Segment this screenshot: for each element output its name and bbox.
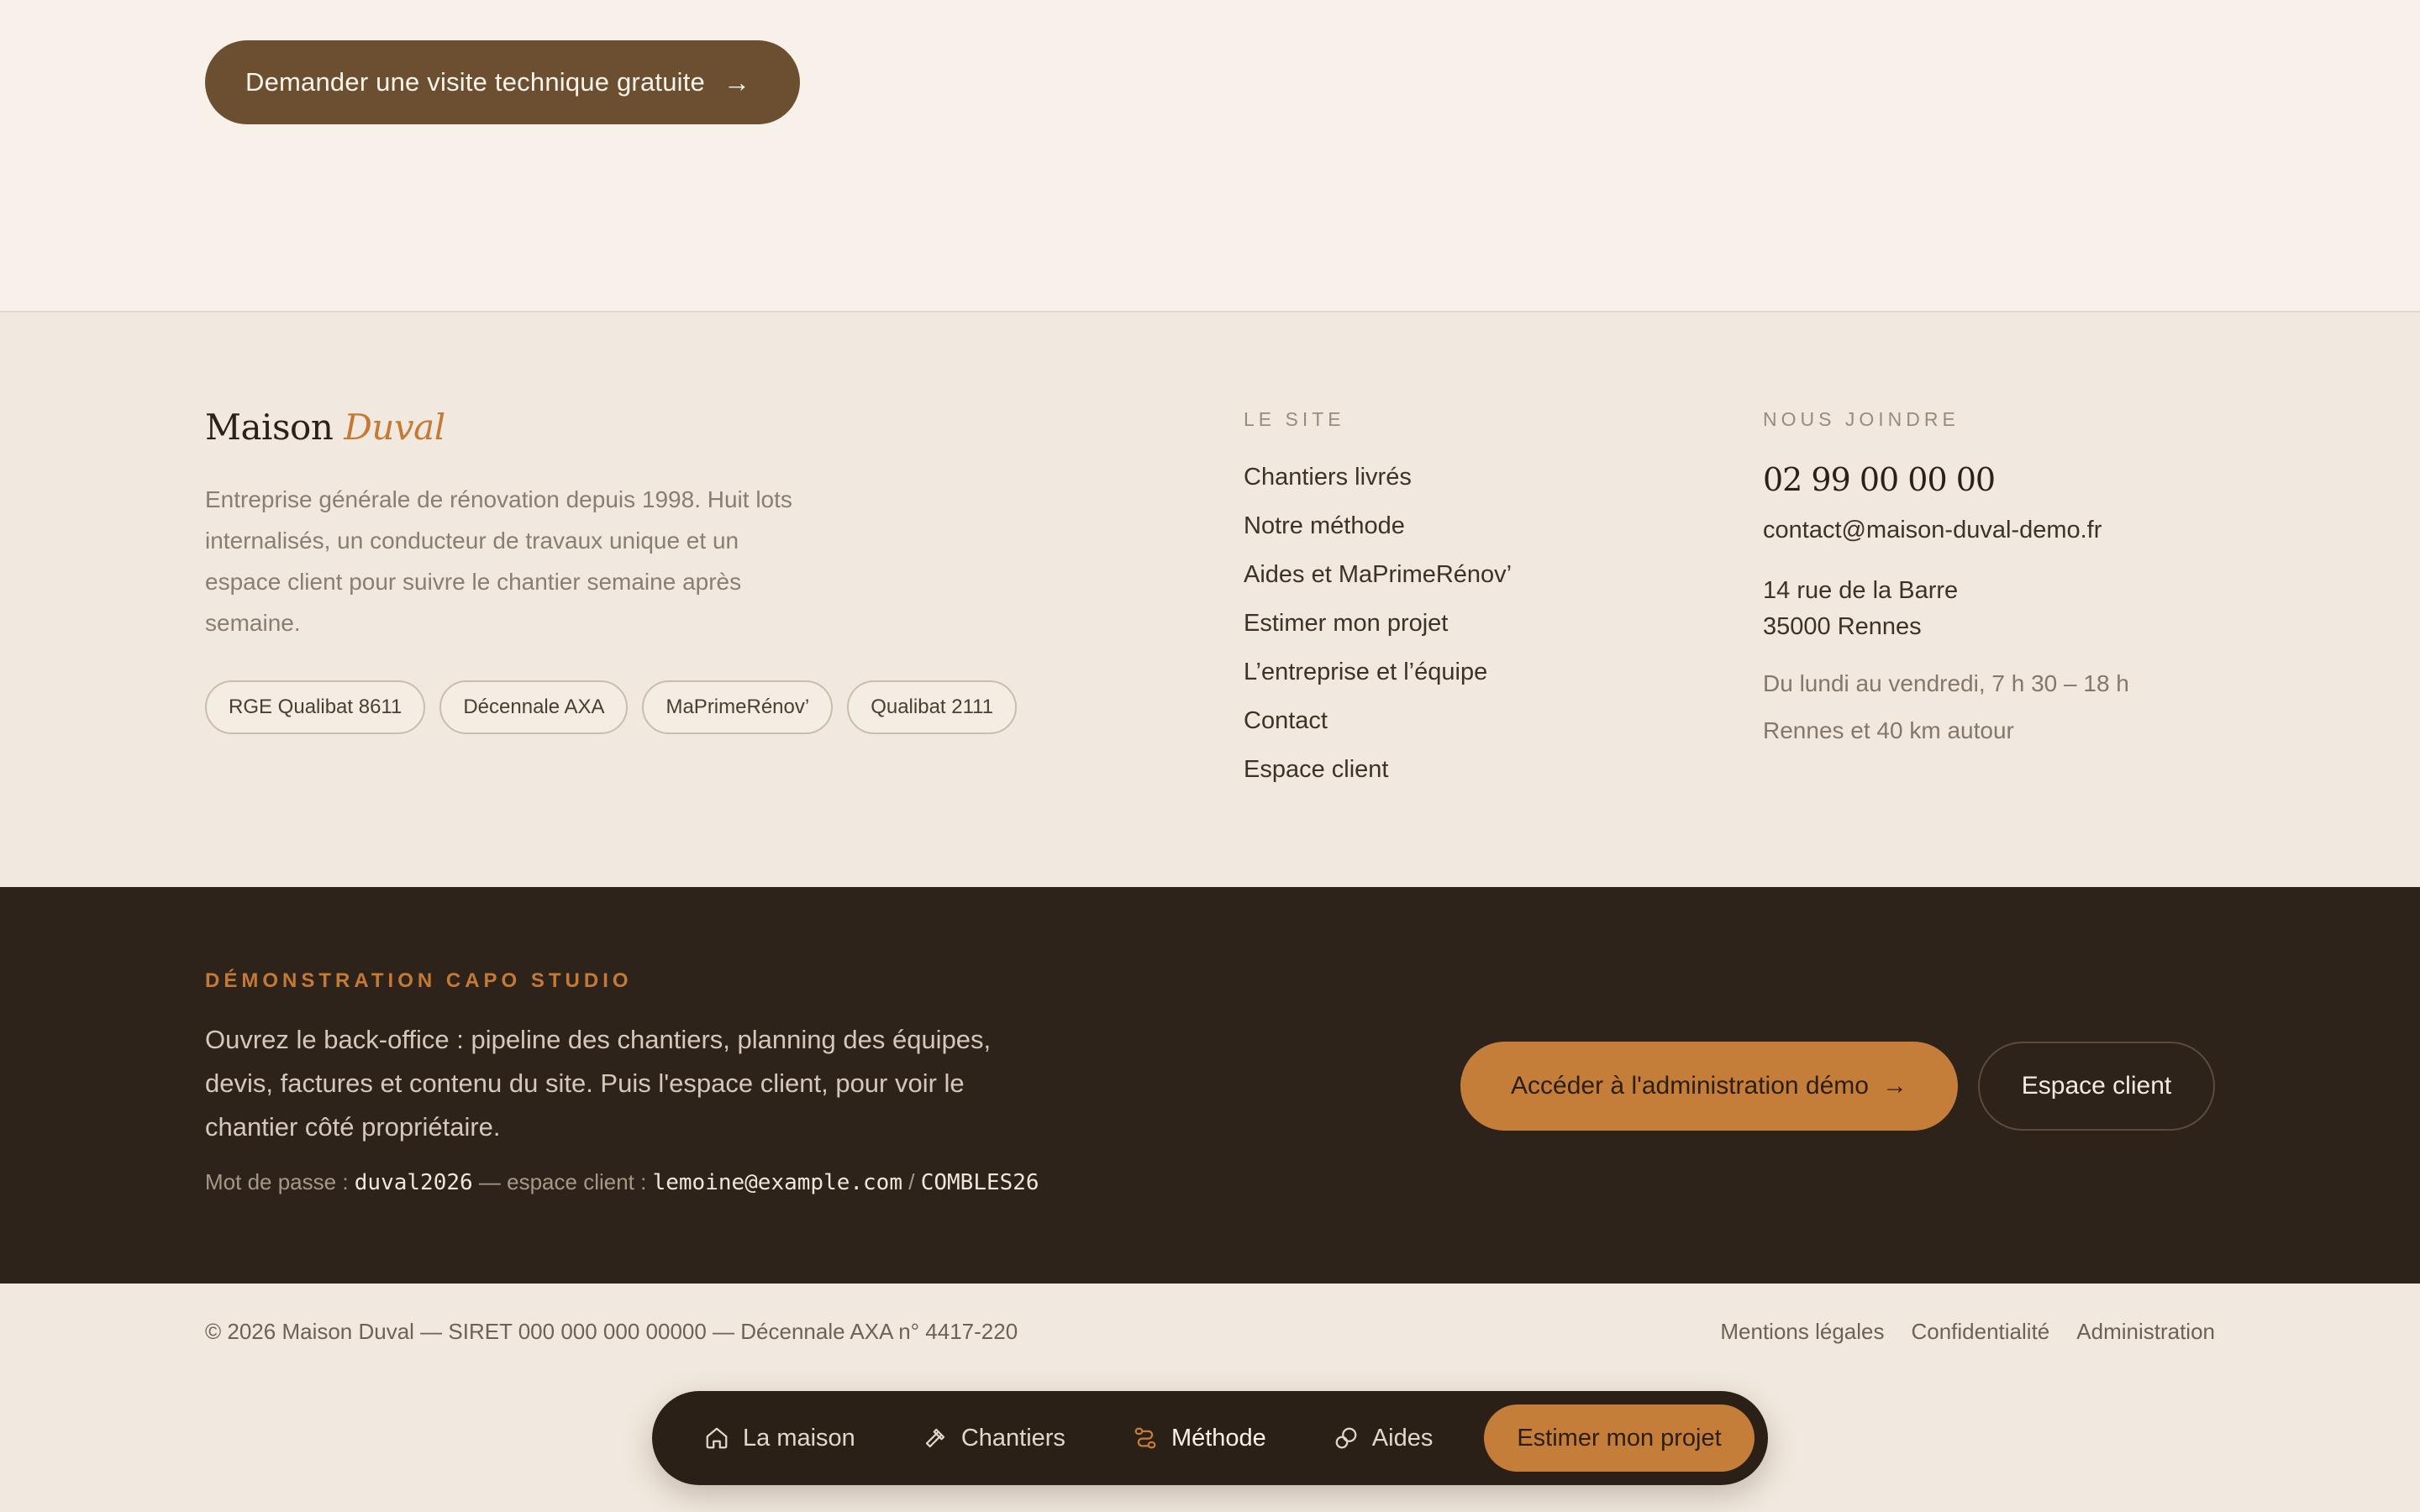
site-links-title: LE SITE bbox=[1244, 408, 1345, 430]
legal-links: Mentions légales Confidentialité Adminis… bbox=[1720, 1319, 2215, 1345]
request-visit-label: Demander une visite technique gratuite bbox=[245, 67, 705, 97]
address-line-1: 14 rue de la Barre bbox=[1763, 577, 1959, 604]
brand-description: Entreprise générale de rénovation depuis… bbox=[205, 486, 792, 636]
contact-address: 14 rue de la Barre 35000 Rennes bbox=[1763, 573, 2129, 645]
password-value: duval2026 bbox=[354, 1170, 473, 1195]
dock-item-methode[interactable]: Méthode bbox=[1133, 1425, 1266, 1452]
password-label: Mot de passe : bbox=[205, 1169, 349, 1194]
brand-name-accent: Duval bbox=[344, 407, 445, 448]
dock-item-chantiers[interactable]: Chantiers bbox=[923, 1425, 1065, 1452]
bottom-dock-nav: La maison Chantiers Méthode Aides Estime… bbox=[652, 1391, 1768, 1485]
route-icon bbox=[1134, 1427, 1156, 1449]
client-email-value: lemoine@example.com bbox=[652, 1170, 902, 1195]
dock-label-chantiers: Chantiers bbox=[960, 1424, 1065, 1452]
admin-demo-button[interactable]: Accéder à l'administration démo → bbox=[1460, 1042, 1958, 1131]
badge-rge: RGE Qualibat 8611 bbox=[205, 680, 426, 734]
contact-column: NOUS JOINDRE 02 99 00 00 00 contact@mais… bbox=[1763, 408, 2129, 744]
link-confidentialite[interactable]: Confidentialité bbox=[1911, 1319, 2049, 1345]
badge-qualibat: Qualibat 2111 bbox=[847, 680, 1018, 734]
admin-demo-label: Accéder à l'administration démo bbox=[1511, 1072, 1869, 1100]
dock-estimate-button[interactable]: Estimer mon projet bbox=[1484, 1404, 1754, 1472]
brand-name-main: Maison bbox=[205, 407, 334, 448]
certification-badges: RGE Qualibat 8611 Décennale AXA MaPrimeR… bbox=[205, 680, 1018, 734]
link-mentions-legales[interactable]: Mentions légales bbox=[1720, 1319, 1884, 1345]
dock-label-methode: Méthode bbox=[1171, 1424, 1266, 1452]
badge-maprimerenov: MaPrimeRénov’ bbox=[642, 680, 834, 734]
coins-icon bbox=[1335, 1427, 1357, 1449]
footer-link-espace-client[interactable]: Espace client bbox=[1244, 755, 1512, 804]
demo-credentials: Mot de passe : duval2026 — espace client… bbox=[205, 1169, 1039, 1195]
home-icon bbox=[706, 1427, 728, 1449]
footer-link-chantiers[interactable]: Chantiers livrés bbox=[1244, 463, 1512, 512]
contact-area: Rennes et 40 km autour bbox=[1763, 717, 2014, 743]
badge-decennale: Décennale AXA bbox=[439, 680, 629, 734]
footer-link-contact[interactable]: Contact bbox=[1244, 706, 1512, 755]
footer-link-aides[interactable]: Aides et MaPrimeRénov’ bbox=[1244, 560, 1512, 609]
demo-description: Ouvrez le back-office : pipeline des cha… bbox=[205, 1025, 992, 1142]
brand-logo[interactable]: Maison Duval bbox=[205, 407, 445, 448]
demo-title: DÉMONSTRATION CAPO STUDIO bbox=[205, 969, 633, 992]
address-line-2: 35000 Rennes bbox=[1763, 613, 1922, 640]
footer-link-entreprise[interactable]: L’entreprise et l’équipe bbox=[1244, 658, 1512, 706]
contact-email[interactable]: contact@maison-duval-demo.fr bbox=[1763, 517, 2129, 544]
hammer-icon bbox=[925, 1428, 944, 1448]
copyright-text: © 2026 Maison Duval — SIRET 000 000 000 … bbox=[205, 1319, 1018, 1344]
hero-section: Demander une visite technique gratuite → bbox=[0, 0, 2420, 312]
client-label: — espace client : bbox=[478, 1169, 647, 1194]
arrow-right-icon: → bbox=[723, 66, 751, 97]
link-administration[interactable]: Administration bbox=[2076, 1319, 2215, 1345]
arrow-right-icon: → bbox=[1881, 1072, 1907, 1100]
dock-item-la-maison[interactable]: La maison bbox=[704, 1425, 855, 1452]
dock-label-aides: Aides bbox=[1371, 1424, 1434, 1452]
demo-section: DÉMONSTRATION CAPO STUDIO Ouvrez le back… bbox=[0, 887, 2420, 1284]
credentials-separator: / bbox=[908, 1169, 915, 1194]
footer-link-methode[interactable]: Notre méthode bbox=[1244, 512, 1512, 560]
footer-main: Maison Duval Entreprise générale de réno… bbox=[0, 314, 2420, 887]
footer-link-estimer[interactable]: Estimer mon projet bbox=[1244, 609, 1512, 658]
client-code-value: COMBLES26 bbox=[920, 1170, 1039, 1195]
dock-item-aides[interactable]: Aides bbox=[1334, 1424, 1434, 1452]
dock-label-la-maison: La maison bbox=[743, 1424, 855, 1452]
contact-title: NOUS JOINDRE bbox=[1763, 408, 1960, 430]
client-space-button[interactable]: Espace client bbox=[1978, 1042, 2215, 1131]
site-links-column: LE SITE Chantiers livrés Notre méthode A… bbox=[1244, 408, 1512, 804]
contact-phone[interactable]: 02 99 00 00 00 bbox=[1763, 461, 2129, 498]
contact-hours: Du lundi au vendredi, 7 h 30 – 18 h bbox=[1763, 670, 2129, 696]
request-visit-button[interactable]: Demander une visite technique gratuite → bbox=[205, 40, 800, 124]
